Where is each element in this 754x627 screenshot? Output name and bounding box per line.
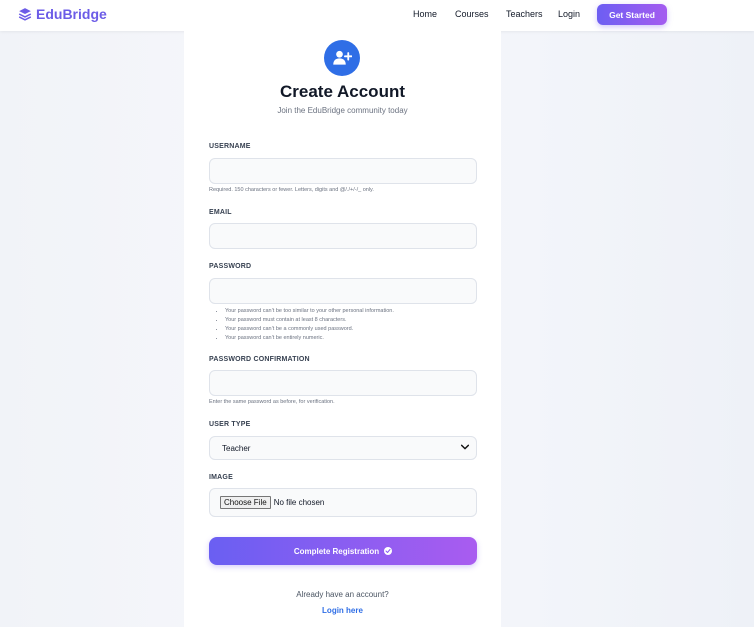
password-confirmation-input[interactable] <box>209 370 477 396</box>
choose-file-button[interactable]: Choose File <box>220 496 271 509</box>
password-input[interactable] <box>209 278 477 304</box>
user-plus-icon <box>333 50 352 65</box>
user-type-selected: Teacher <box>222 443 251 453</box>
get-started-button[interactable]: Get Started <box>597 4 667 25</box>
nav-link-home[interactable]: Home <box>413 9 437 19</box>
page-subtitle: Join the EduBridge community today <box>277 106 408 115</box>
user-type-label: USER TYPE <box>209 421 251 428</box>
layers-icon <box>18 8 32 21</box>
image-file-input: Choose File No file chosen <box>209 488 477 517</box>
check-circle-icon <box>384 547 393 555</box>
login-here-link[interactable]: Login here <box>184 606 501 615</box>
password-help-list: Your password can’t be too similar to yo… <box>214 307 394 343</box>
user-type-select[interactable]: Teacher <box>209 436 477 460</box>
page-title: Create Account <box>279 82 405 101</box>
already-have-account-text: Already have an account? <box>296 590 389 599</box>
password-help-item: Your password can’t be entirely numeric. <box>225 334 394 343</box>
image-label: IMAGE <box>209 474 233 481</box>
brand-logo[interactable]: EduBridge <box>18 6 107 22</box>
password-confirmation-label: PASSWORD CONFIRMATION <box>209 356 310 363</box>
username-help: Required. 150 characters or fewer. Lette… <box>209 187 374 193</box>
password-confirmation-help: Enter the same password as before, for v… <box>209 399 335 405</box>
password-help-item: Your password can’t be too similar to yo… <box>225 307 394 316</box>
complete-registration-button[interactable]: Complete Registration <box>209 537 477 565</box>
avatar-badge <box>324 40 360 76</box>
email-label: EMAIL <box>209 209 232 216</box>
brand-name: EduBridge <box>36 6 107 22</box>
password-help-item: Your password must contain at least 8 ch… <box>225 316 394 325</box>
nav-link-teachers[interactable]: Teachers <box>506 9 543 19</box>
password-help-item: Your password can’t be a commonly used p… <box>225 325 394 334</box>
submit-label: Complete Registration <box>293 546 380 556</box>
chevron-down-icon <box>460 444 470 450</box>
top-navbar: EduBridge Home Courses Teachers Login Ge… <box>0 0 754 31</box>
registration-card: Create Account Join the EduBridge commun… <box>184 31 501 627</box>
file-status: No file chosen <box>273 498 325 507</box>
username-input[interactable] <box>209 158 477 184</box>
password-label: PASSWORD <box>209 263 252 270</box>
username-label: USERNAME <box>209 143 251 150</box>
nav-link-login[interactable]: Login <box>558 9 580 19</box>
nav-link-courses[interactable]: Courses <box>455 9 489 19</box>
email-input[interactable] <box>209 223 477 249</box>
